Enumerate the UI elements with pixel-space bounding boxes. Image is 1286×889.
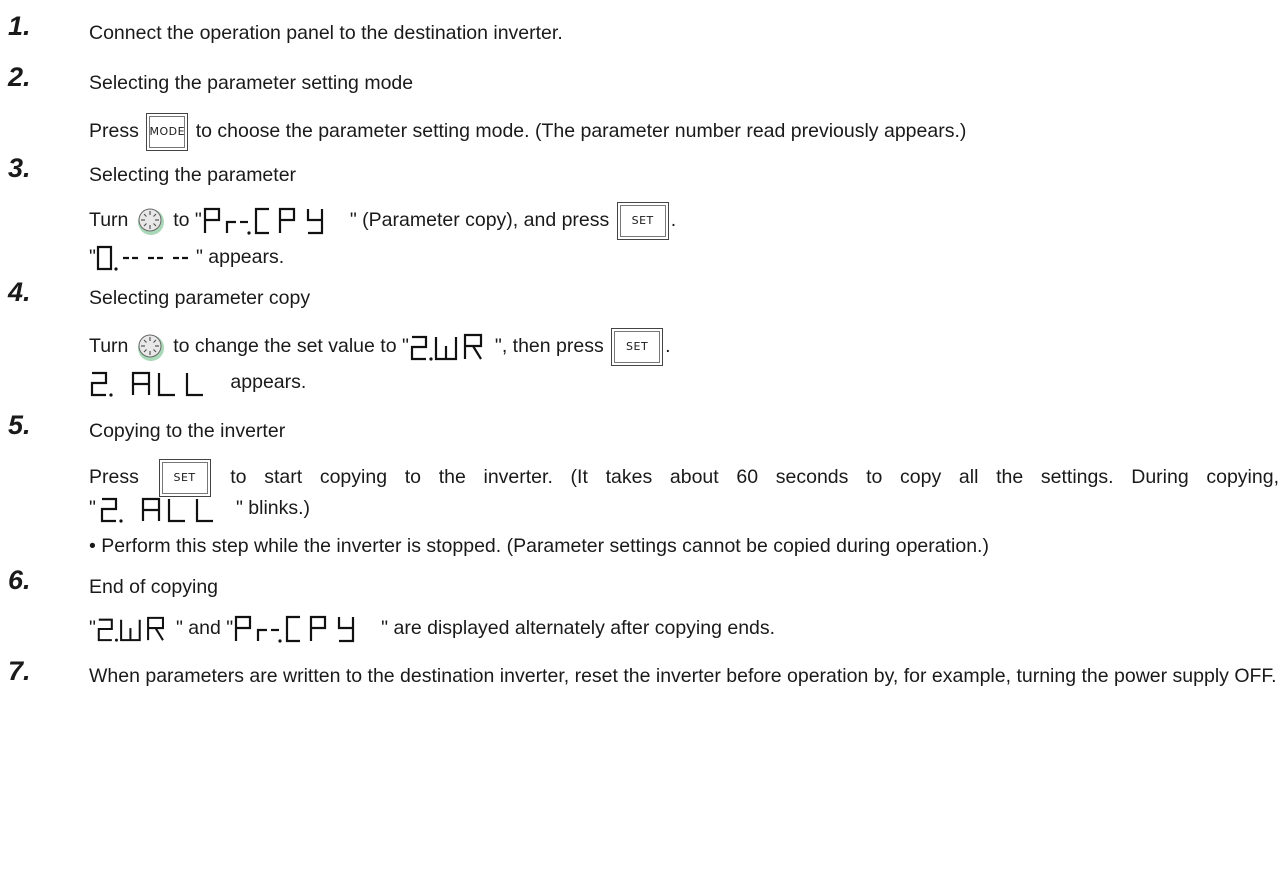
step-body: Turn to change the set value to " ", then… <box>89 328 671 366</box>
step-body: Press MODE to choose the parameter setti… <box>89 113 966 151</box>
step-title: Connect the operation panel to the desti… <box>89 22 563 44</box>
step-title: Selecting the parameter setting mode <box>89 72 414 94</box>
seg-display-2-wr <box>409 332 495 362</box>
setting-dial-icon <box>136 332 166 362</box>
seg-display-2-all <box>89 369 225 397</box>
text: to choose the parameter setting mode. (T… <box>195 120 967 143</box>
step-body: " " blinks.) <box>89 495 310 523</box>
step-number: 4. <box>8 277 31 307</box>
step-body: Press SET to start copying to the invert… <box>89 459 1279 497</box>
step-number: 7. <box>8 656 31 686</box>
step-number: 5. <box>8 410 31 440</box>
step-number: 6. <box>8 565 31 595</box>
text: " appears. <box>195 246 285 268</box>
text: to " <box>173 209 202 232</box>
text: ", then press <box>494 335 604 358</box>
step-body: " " and " " are displayed alternately afte… <box>89 614 775 644</box>
set-key-icon: SET <box>616 202 669 240</box>
setting-dial-icon <box>136 206 166 236</box>
text: to start copying to the inverter. (It ta… <box>230 466 1280 489</box>
step-title: Copying to the inverter <box>89 420 286 442</box>
seg-display-pr-cpy <box>202 206 350 236</box>
text: " and " <box>175 617 234 640</box>
text: " are displayed alternately after copyin… <box>381 617 776 640</box>
text: Turn <box>89 335 129 358</box>
step-body: Turn to " " (Parameter copy), and press S… <box>89 202 676 240</box>
text: Press <box>89 120 139 143</box>
text: appears. <box>230 371 307 394</box>
step-title: Selecting the parameter <box>89 164 297 186</box>
step-number: 2. <box>8 62 31 92</box>
text: to change the set value to " <box>173 335 409 358</box>
step-number: 3. <box>8 153 31 183</box>
text: " <box>89 497 96 520</box>
step-title: When parameters are written to the desti… <box>89 665 1277 687</box>
text: Press <box>89 466 139 489</box>
step-title: End of copying <box>89 576 219 598</box>
text: " <box>89 617 96 640</box>
step-body: " " appears. <box>89 244 284 271</box>
seg-display-0-dashes <box>96 245 196 271</box>
seg-display-2-wr <box>96 614 176 644</box>
seg-display-pr-cpy <box>233 614 381 644</box>
step-number: 1. <box>8 11 31 41</box>
seg-display-2-all <box>96 495 236 523</box>
step-body: appears. <box>89 369 306 397</box>
text: Turn <box>89 209 129 232</box>
text: " blinks.) <box>235 497 311 520</box>
step-title: Selecting parameter copy <box>89 287 311 309</box>
mode-key-icon: MODE <box>146 113 189 151</box>
step-note: • Perform this step while the inverter i… <box>89 535 989 557</box>
text: " <box>89 246 96 268</box>
set-key-icon: SET <box>158 459 211 497</box>
set-key-icon: SET <box>611 328 664 366</box>
text: " (Parameter copy), and press <box>349 209 610 232</box>
